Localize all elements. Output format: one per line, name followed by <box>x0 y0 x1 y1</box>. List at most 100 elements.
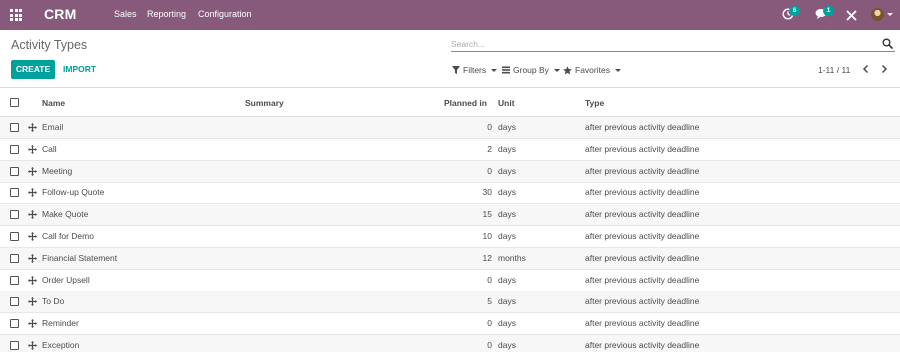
row-name: Make Quote <box>42 209 89 220</box>
row-planned-in: 15 <box>482 209 492 220</box>
pager-value[interactable]: 1-11 / 11 <box>818 65 850 75</box>
row-planned-in: 2 <box>487 143 492 154</box>
table-row[interactable]: Financial Statement 12 months after previou… <box>0 247 900 270</box>
row-checkbox[interactable] <box>10 166 19 176</box>
favorites-dropdown[interactable]: Favorites <box>563 65 621 75</box>
row-planned-in: 0 <box>487 165 492 176</box>
row-type: after previous activity deadline <box>585 187 700 198</box>
table-row[interactable]: Exception 0 days after previous activity de… <box>0 335 900 352</box>
drag-handle-icon[interactable] <box>28 275 37 285</box>
app-brand[interactable]: CRM <box>44 6 76 22</box>
drag-handle-icon[interactable] <box>28 253 37 263</box>
row-planned-in: 0 <box>487 340 492 350</box>
row-name: Follow-up Quote <box>42 187 105 198</box>
row-checkbox[interactable] <box>10 275 19 285</box>
row-type: after previous activity deadline <box>585 318 700 329</box>
list-header: Name Summary Planned in Unit Type <box>0 87 900 117</box>
row-type: after previous activity deadline <box>585 122 700 132</box>
table-row[interactable]: Call 2 days after previous activity deadlin… <box>0 139 900 161</box>
drag-handle-icon[interactable] <box>28 297 37 307</box>
drag-handle-icon[interactable] <box>28 166 37 176</box>
menu-reporting[interactable]: Reporting <box>147 9 186 19</box>
drag-handle-icon[interactable] <box>28 123 37 132</box>
filters-caret-icon <box>491 68 498 72</box>
breadcrumb-title: Activity Types <box>11 38 88 52</box>
drag-handle-icon[interactable] <box>28 188 37 198</box>
list-icon <box>502 66 510 74</box>
row-checkbox[interactable] <box>10 253 19 263</box>
row-checkbox[interactable] <box>10 123 19 132</box>
row-checkbox[interactable] <box>10 210 19 220</box>
drag-handle-icon[interactable] <box>28 210 37 220</box>
import-button[interactable]: IMPORT <box>63 60 96 79</box>
user-menu-caret-icon[interactable] <box>887 13 893 16</box>
row-checkbox[interactable] <box>10 341 19 350</box>
row-checkbox[interactable] <box>10 319 19 329</box>
activity-count-badge: 6 <box>789 6 800 16</box>
table-row[interactable]: Meeting 0 days after previous activity dead… <box>0 160 900 183</box>
tools-button[interactable] <box>845 0 859 30</box>
row-name: Email <box>42 122 64 132</box>
row-name: Exception <box>42 340 80 350</box>
filters-dropdown[interactable]: Filters <box>452 65 498 75</box>
top-navbar: CRM Sales Reporting Configuration 6 1 <box>0 0 900 30</box>
row-type: after previous activity deadline <box>585 231 700 241</box>
row-unit: days <box>498 340 516 350</box>
user-avatar[interactable] <box>871 8 884 21</box>
row-name: Call <box>42 143 57 154</box>
row-name: Reminder <box>42 318 79 329</box>
select-all-checkbox[interactable] <box>10 98 19 107</box>
row-name: Meeting <box>42 165 73 176</box>
table-row[interactable]: Email 0 days after previous activity deadli… <box>0 117 900 139</box>
row-checkbox[interactable] <box>10 232 19 241</box>
table-row[interactable]: Call for Demo 10 days after previous activi… <box>0 226 900 248</box>
create-button[interactable]: CREATE <box>11 60 55 79</box>
column-type[interactable]: Type <box>585 98 604 108</box>
search-input[interactable] <box>451 37 871 51</box>
row-checkbox[interactable] <box>10 297 19 307</box>
drag-handle-icon[interactable] <box>28 232 37 241</box>
apps-menu-icon[interactable] <box>10 9 22 21</box>
favorites-caret-icon <box>614 68 621 72</box>
row-checkbox[interactable] <box>10 188 19 198</box>
table-row[interactable]: Make Quote 15 days after previous activity … <box>0 204 900 227</box>
row-unit: days <box>498 209 516 220</box>
search-icon[interactable] <box>882 38 893 49</box>
row-planned-in: 10 <box>482 231 492 241</box>
row-planned-in: 30 <box>482 187 492 198</box>
pager-next-icon[interactable] <box>877 62 891 76</box>
filter-icon <box>452 66 460 74</box>
row-type: after previous activity deadline <box>585 274 700 285</box>
table-row[interactable]: To Do 5 days after previous activity deadli… <box>0 291 900 314</box>
column-summary[interactable]: Summary <box>245 98 284 108</box>
pager-previous-icon[interactable] <box>859 62 873 76</box>
table-row[interactable]: Order Upsell 0 days after previous activity… <box>0 270 900 292</box>
table-row[interactable]: Reminder 0 days after previous activity dea… <box>0 313 900 336</box>
drag-handle-icon[interactable] <box>28 319 37 329</box>
row-planned-in: 0 <box>487 122 492 132</box>
row-checkbox[interactable] <box>10 144 19 154</box>
messages-button[interactable]: 1 <box>813 0 837 30</box>
tools-icon <box>846 10 857 21</box>
menu-sales[interactable]: Sales <box>114 9 137 19</box>
column-planned-in[interactable]: Planned in <box>444 98 487 108</box>
column-name[interactable]: Name <box>42 98 65 108</box>
row-type: after previous activity deadline <box>585 209 700 220</box>
star-icon <box>563 65 572 75</box>
message-count-badge: 1 <box>823 6 834 16</box>
activities-button[interactable]: 6 <box>780 0 804 30</box>
search-bar <box>451 36 895 52</box>
row-unit: days <box>498 143 516 154</box>
group-by-dropdown[interactable]: Group By <box>502 65 560 75</box>
table-row[interactable]: Follow-up Quote 30 days after previous acti… <box>0 182 900 205</box>
row-planned-in: 0 <box>487 318 492 329</box>
menu-configuration[interactable]: Configuration <box>198 9 252 19</box>
row-type: after previous activity deadline <box>585 165 700 176</box>
drag-handle-icon[interactable] <box>28 341 37 350</box>
row-unit: days <box>498 122 516 132</box>
column-unit[interactable]: Unit <box>498 98 515 108</box>
row-type: after previous activity deadline <box>585 296 700 307</box>
filters-label: Filters <box>463 65 487 75</box>
drag-handle-icon[interactable] <box>28 144 37 154</box>
row-planned-in: 0 <box>487 274 492 285</box>
